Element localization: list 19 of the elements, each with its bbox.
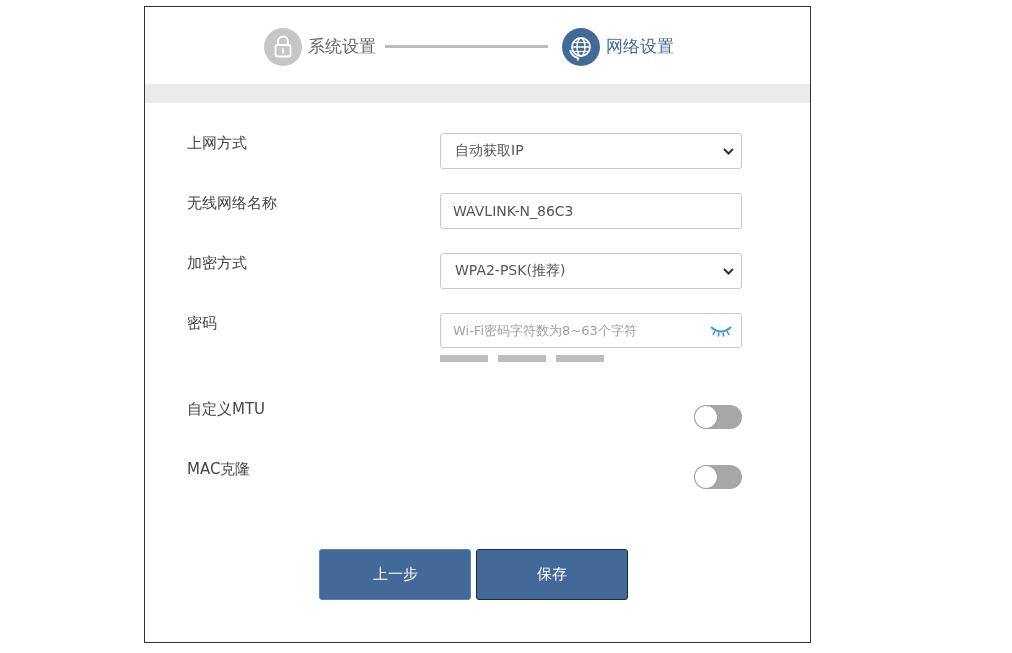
field-label: MAC克隆 [187, 459, 252, 479]
chevron-down-icon [723, 147, 734, 155]
password-field[interactable]: Wi-Fi密码字符数为8~63个字符 [440, 313, 742, 348]
chevron-down-icon [723, 267, 734, 275]
step-label: 网络设置 [605, 35, 674, 58]
toggle-switch[interactable] [694, 465, 742, 489]
field-label: 自定义MTU [187, 399, 267, 419]
field-label: 无线网络名称 [187, 193, 278, 213]
text-field[interactable]: WAVLINK-N_86C3 [440, 193, 742, 229]
closed-eye-icon[interactable] [710, 325, 732, 337]
toggle-switch[interactable] [694, 405, 742, 429]
field-label: 加密方式 [187, 253, 248, 273]
back-button[interactable]: 上一步 [319, 549, 471, 600]
dropdown[interactable]: WPA2-PSK(推荐) [440, 253, 742, 289]
field-label: 上网方式 [187, 133, 248, 153]
step-label: 系统设置 [307, 35, 376, 58]
save-button[interactable]: 保存 [476, 549, 628, 600]
dropdown[interactable]: 自动获取IP [440, 133, 742, 169]
field-label: 密码 [187, 313, 218, 333]
